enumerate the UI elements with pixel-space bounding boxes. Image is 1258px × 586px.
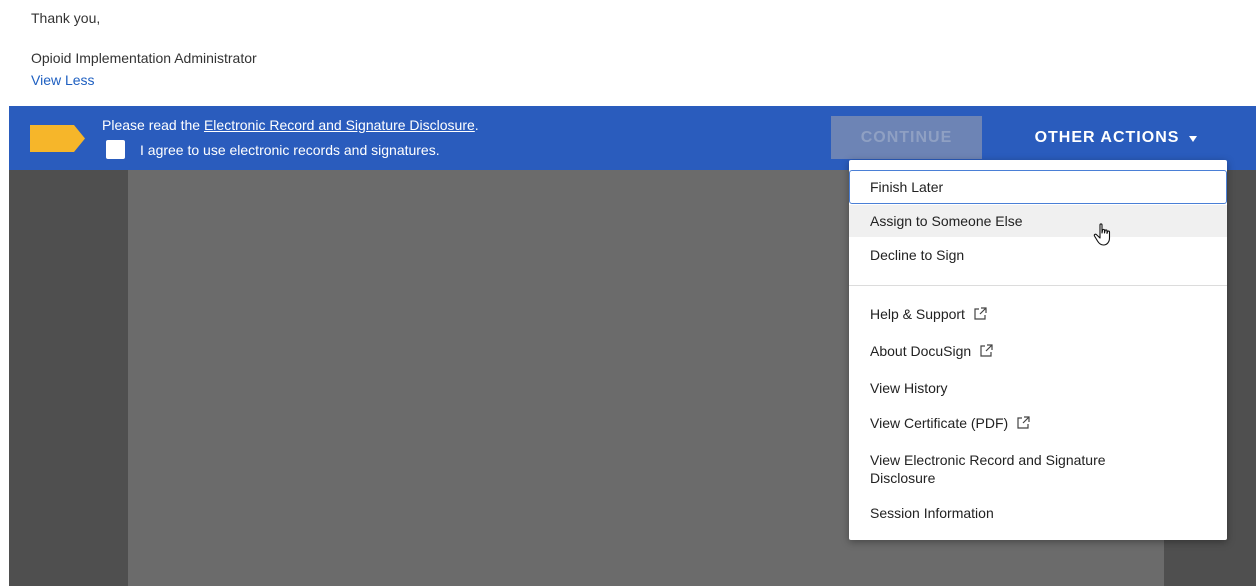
agree-checkbox-label: I agree to use electronic records and si…: [140, 142, 440, 158]
menu-item-label: View Electronic Record and Signature Dis…: [870, 452, 1106, 486]
menu-divider: [849, 285, 1227, 286]
external-link-icon: [979, 344, 993, 358]
menu-item-label: About DocuSign: [870, 343, 972, 359]
disclosure-prompt-suffix: .: [474, 117, 479, 133]
menu-item-decline[interactable]: Decline to Sign: [849, 239, 1227, 271]
disclosure-prompt: Please read the Electronic Record and Si…: [102, 117, 479, 133]
menu-item-view-certificate[interactable]: View Certificate (PDF): [849, 406, 1227, 440]
menu-item-label: View History: [870, 380, 948, 396]
agree-checkbox[interactable]: [106, 140, 125, 159]
other-actions-button[interactable]: OTHER ACTIONS: [1011, 116, 1221, 159]
sender-name: Opioid Implementation Administrator: [31, 50, 257, 66]
continue-button[interactable]: CONTINUE: [831, 116, 982, 159]
menu-item-help-support[interactable]: Help & Support: [849, 297, 1227, 331]
other-actions-label: OTHER ACTIONS: [1034, 128, 1180, 146]
caret-down-icon: [1189, 135, 1198, 142]
hand-pointer-icon: [1093, 222, 1117, 253]
external-link-icon: [973, 307, 987, 321]
menu-item-label: Decline to Sign: [870, 247, 965, 263]
menu-item-about-docusign[interactable]: About DocuSign: [849, 334, 1227, 368]
continue-button-label: CONTINUE: [860, 128, 953, 146]
view-less-link[interactable]: View Less: [31, 72, 95, 88]
start-arrow-icon: [30, 125, 85, 152]
disclosure-prompt-prefix: Please read the: [102, 117, 204, 133]
menu-item-finish-later[interactable]: Finish Later: [849, 170, 1227, 204]
menu-item-view-history[interactable]: View History: [849, 372, 1227, 404]
menu-item-label: Assign to Someone Else: [870, 213, 1023, 229]
menu-item-label: Session Information: [870, 505, 994, 521]
external-link-icon: [1016, 416, 1030, 430]
menu-item-label: Help & Support: [870, 306, 965, 322]
menu-item-label: Finish Later: [870, 179, 944, 195]
menu-item-session-info[interactable]: Session Information: [849, 497, 1227, 529]
menu-item-assign[interactable]: Assign to Someone Else: [849, 205, 1227, 237]
disclosure-link[interactable]: Electronic Record and Signature Disclosu…: [204, 117, 475, 133]
other-actions-menu: Finish Later Assign to Someone Else Decl…: [849, 160, 1227, 540]
closing-text: Thank you,: [31, 10, 101, 26]
menu-item-view-disclosure[interactable]: View Electronic Record and Signature Dis…: [849, 448, 1227, 490]
menu-item-label: View Certificate (PDF): [870, 415, 1009, 431]
